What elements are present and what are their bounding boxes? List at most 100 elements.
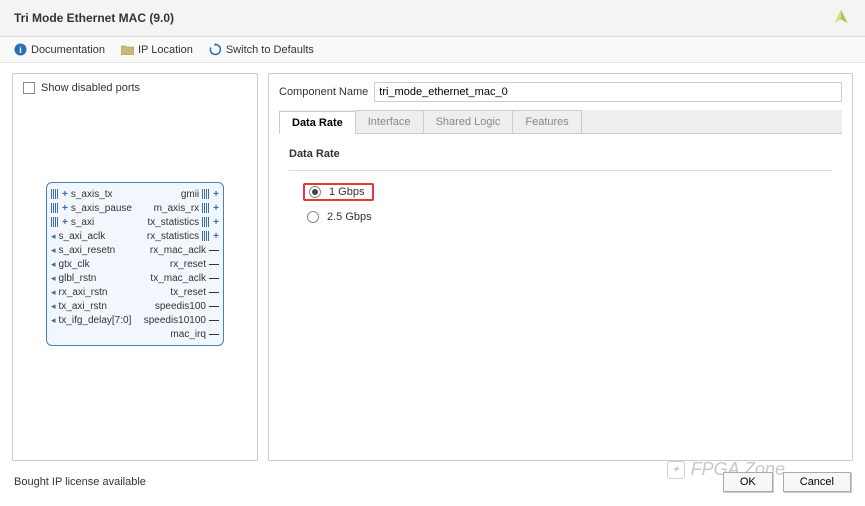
port-right: —rx_reset [170,259,219,270]
title-bar: Tri Mode Ethernet MAC (9.0) [0,0,865,37]
port-right: +m_axis_rx [154,203,219,214]
port-row: s_axi_aclk+rx_statistics [47,229,223,243]
tab-interface[interactable]: Interface [355,110,424,133]
port-right: —tx_mac_aclk [150,273,219,284]
port-label: s_axis_tx [71,189,113,200]
port-row: +s_axi+tx_statistics [47,215,223,229]
port-row: glbl_rstn —tx_mac_aclk [47,271,223,285]
port-left: +s_axis_pause [51,203,132,214]
port-right: —speedis100 [155,301,219,312]
cancel-button[interactable]: Cancel [783,472,851,492]
port-row: +s_axis_tx + gmii [47,187,223,201]
arrow-left-icon [51,231,56,242]
documentation-link[interactable]: i Documentation [14,43,105,56]
vendor-logo [831,8,851,28]
show-disabled-ports-row: Show disabled ports [23,82,247,94]
documentation-label: Documentation [31,44,105,56]
dash-pin-icon: — [209,301,219,312]
port-right: + tx_statistics [147,217,219,228]
folder-icon [121,43,134,56]
tab-features[interactable]: Features [512,110,581,133]
ip-location-label: IP Location [138,44,193,56]
switch-defaults-link[interactable]: Switch to Defaults [209,43,314,56]
tab-bar: Data RateInterfaceShared LogicFeatures [279,110,842,134]
port-row: rx_axi_rstn —tx_reset [47,285,223,299]
plus-icon: + [213,231,219,242]
port-label: gmii [181,189,199,200]
data-rate-options: 1 Gbps 2.5 Gbps [289,183,832,225]
port-label: s_axi_resetn [59,245,116,256]
data-rate-option[interactable]: 1 Gbps [303,183,374,201]
port-label: s_axi [71,217,94,228]
port-row: —mac_irq [47,327,223,341]
section-title: Data Rate [289,148,832,160]
port-row: s_axi_resetn—rx_mac_aclk [47,243,223,257]
dash-pin-icon: — [209,287,219,298]
footer-buttons: OK Cancel [723,472,851,492]
plus-icon: + [213,203,219,214]
bus-pin-icon [202,203,210,213]
page-title: Tri Mode Ethernet MAC (9.0) [14,11,174,25]
ip-location-link[interactable]: IP Location [121,43,193,56]
port-right: —tx_reset [170,287,219,298]
section-rule [289,170,832,171]
component-name-row: Component Name [279,82,842,102]
tab-shared-logic[interactable]: Shared Logic [423,110,514,133]
license-status: Bought IP license available [14,476,146,488]
bus-pin-icon [202,231,210,241]
data-rate-option[interactable]: 2.5 Gbps [303,209,832,225]
tab-content: Data Rate 1 Gbps 2.5 Gbps [279,134,842,239]
bus-pin-icon [202,189,210,199]
component-name-label: Component Name [279,86,368,98]
main-content: Show disabled ports +s_axis_tx+gmii+s_ax… [0,63,865,461]
port-label: tx_reset [170,287,206,298]
port-label: tx_axi_rstn [59,301,107,312]
info-icon: i [14,43,27,56]
arrow-left-icon [51,273,56,284]
arrow-left-icon [51,245,56,256]
port-label: speedis10100 [144,315,206,326]
port-label: rx_mac_aclk [150,245,206,256]
dash-pin-icon: — [209,329,219,340]
arrow-left-icon [51,315,56,326]
ip-block: +s_axis_tx+gmii+s_axis_pause+m_axis_rx+s… [46,182,224,346]
switch-defaults-label: Switch to Defaults [226,44,314,56]
radio-icon [307,211,319,223]
radio-label: 2.5 Gbps [327,211,372,223]
port-row: tx_axi_rstn —speedis100 [47,299,223,313]
dash-pin-icon: — [209,273,219,284]
bus-pin-icon [51,203,59,213]
port-left: tx_axi_rstn [51,301,107,312]
arrow-left-icon [51,301,56,312]
port-left: +s_axi [51,217,94,228]
bus-pin-icon [51,217,59,227]
port-left: +s_axis_tx [51,189,113,200]
port-row: gtx_clk —rx_reset [47,257,223,271]
port-right: +rx_statistics [147,231,219,242]
port-left: rx_axi_rstn [51,287,107,298]
plus-icon: + [62,217,68,228]
arrow-left-icon [51,287,56,298]
plus-icon: + [213,189,219,200]
ok-button[interactable]: OK [723,472,773,492]
port-label: rx_axi_rstn [59,287,108,298]
port-right: —speedis10100 [144,315,219,326]
port-right: + gmii [181,189,219,200]
port-left: gtx_clk [51,259,90,270]
port-row: tx_ifg_delay[7:0]—speedis10100 [47,313,223,327]
show-disabled-ports-checkbox[interactable] [23,82,35,94]
footer: Bought IP license available OK Cancel [0,464,865,500]
port-left: glbl_rstn [51,273,96,284]
bus-pin-icon [51,189,59,199]
port-label: s_axis_pause [71,203,132,214]
toolbar: i Documentation IP Location Switch to De… [0,37,865,63]
component-name-input[interactable] [374,82,842,102]
plus-icon: + [62,203,68,214]
tab-data-rate[interactable]: Data Rate [279,111,356,134]
plus-icon: + [213,217,219,228]
port-label: mac_irq [170,329,206,340]
port-label: tx_statistics [147,217,199,228]
refresh-icon [209,43,222,56]
radio-icon [309,186,321,198]
config-panel: Component Name Data RateInterfaceShared … [268,73,853,461]
